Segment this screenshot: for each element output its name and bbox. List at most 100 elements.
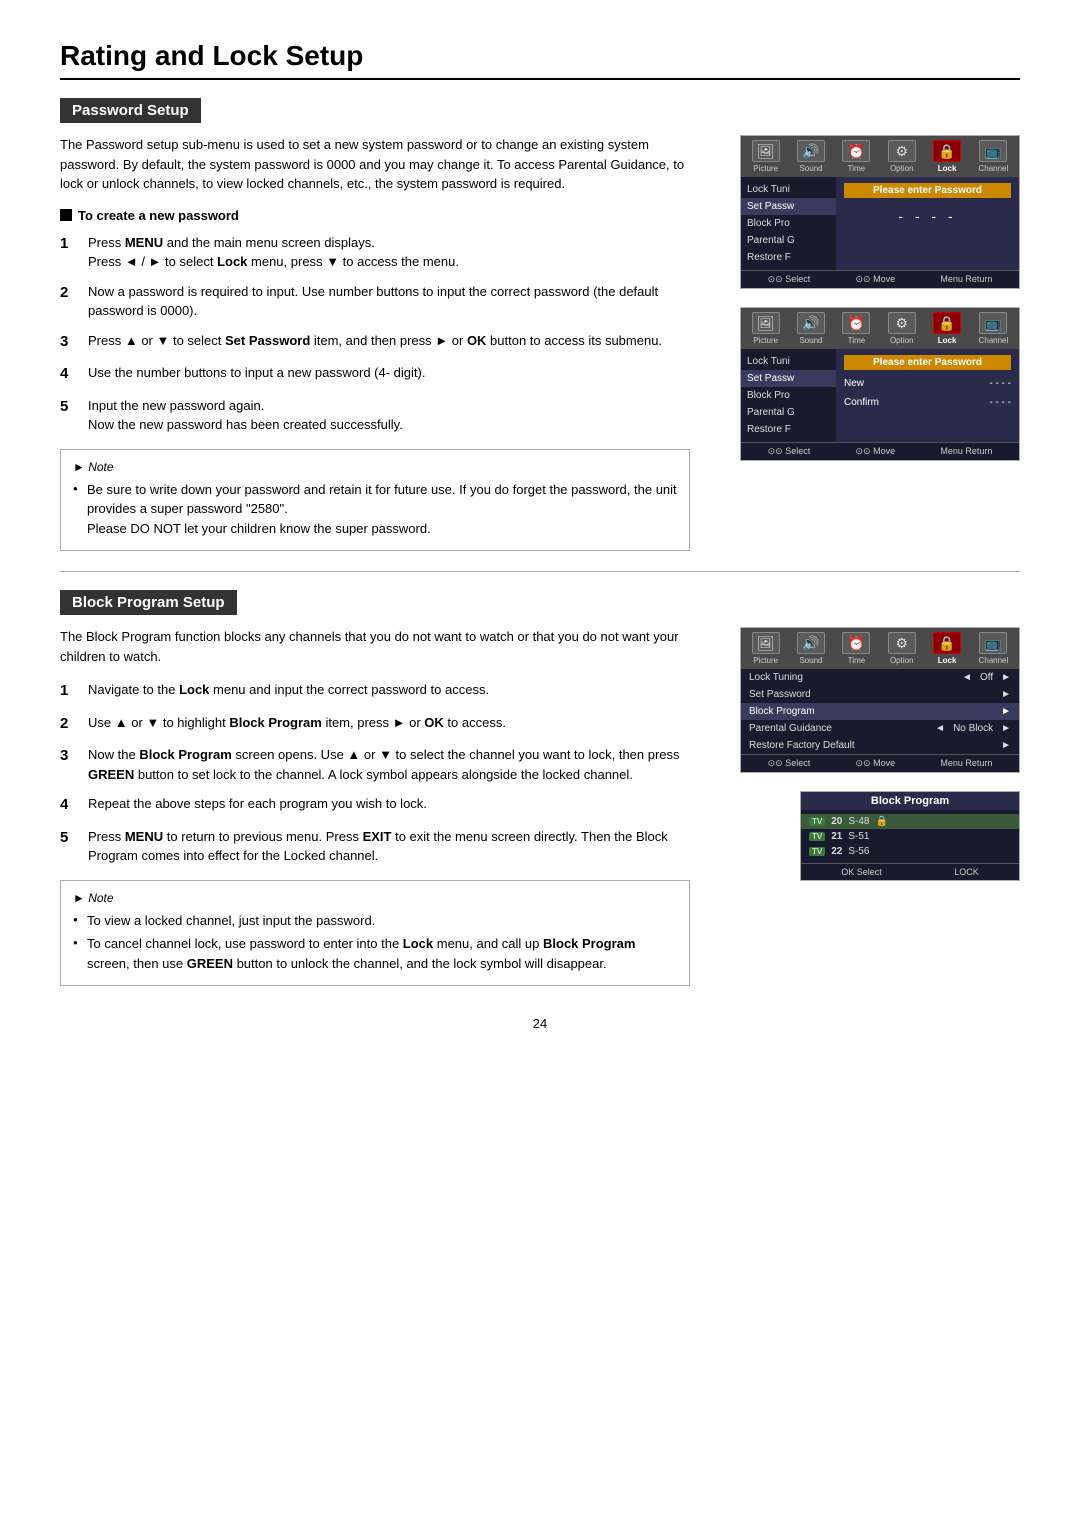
block-prog-title-bar: Block Program bbox=[801, 792, 1019, 810]
bp-step-5: 5 Press MENU to return to previous menu.… bbox=[60, 827, 690, 866]
tv-icon-channel-3: 📺 Channel bbox=[978, 632, 1008, 665]
lock-icon-ch20: 🔒 bbox=[875, 816, 887, 827]
tv-icon-sound-3: 🔊 Sound bbox=[797, 632, 825, 665]
bp-step-3: 3 Now the Block Program screen opens. Us… bbox=[60, 745, 690, 784]
block-program-row: Block Program ► bbox=[741, 703, 1019, 720]
tv-menu-1-body: Lock Tuni Set Passw Block Pro Parental G… bbox=[741, 177, 1019, 270]
restore-factory-row: Restore Factory Default ► bbox=[741, 737, 1019, 754]
step-1: 1 Press MENU and the main menu screen di… bbox=[60, 233, 690, 272]
note-item-1: Be sure to write down your password and … bbox=[73, 480, 677, 539]
tv-icon-time-3: ⏰ Time bbox=[842, 632, 870, 665]
step-3: 3 Press ▲ or ▼ to select Set Password it… bbox=[60, 331, 690, 354]
menu-item-setpassw-2: Set Passw bbox=[741, 370, 836, 387]
step-5: 5 Input the new password again.Now the n… bbox=[60, 396, 690, 435]
tv-icon-time-1: ⏰ Time bbox=[842, 140, 870, 173]
menu-item-locktuning-2: Lock Tuni bbox=[741, 353, 836, 370]
password-setup-left: The Password setup sub-menu is used to s… bbox=[60, 135, 690, 551]
tv-menu-3: 🖼 Picture 🔊 Sound ⏰ Time ⚙ Option bbox=[740, 627, 1020, 773]
tv-icon-lock-3: 🔒 Lock bbox=[933, 632, 961, 665]
black-square-icon bbox=[60, 209, 72, 221]
block-prog-footer: OK Select LOCK bbox=[801, 863, 1019, 880]
menu-item-restoref-2: Restore F bbox=[741, 421, 836, 438]
block-program-left: The Block Program function blocks any ch… bbox=[60, 627, 690, 986]
popup-dots-1: - - - - bbox=[844, 204, 1011, 228]
tv-menu-2-body: Lock Tuni Set Passw Block Pro Parental G… bbox=[741, 349, 1019, 442]
password-steps-list: 1 Press MENU and the main menu screen di… bbox=[60, 233, 690, 435]
menu-item-blockpro-1: Block Pro bbox=[741, 215, 836, 232]
tv-menu-3-topbar: 🖼 Picture 🔊 Sound ⏰ Time ⚙ Option bbox=[741, 628, 1019, 669]
password-note-box: ► Note Be sure to write down your passwo… bbox=[60, 449, 690, 552]
tv-menu-1-popup: Please enter Password - - - - bbox=[836, 177, 1019, 270]
menu-item-locktuning-1: Lock Tuni bbox=[741, 181, 836, 198]
block-prog-row-2: TV 21 S-51 bbox=[801, 829, 1019, 844]
block-program-steps: 1 Navigate to the Lock menu and input th… bbox=[60, 680, 690, 866]
popup-title-1: Please enter Password bbox=[844, 183, 1011, 198]
tv-menu-2-popup: Please enter Password New - - - - Confir… bbox=[836, 349, 1019, 442]
tv-icon-lock-1: 🔒 Lock bbox=[933, 140, 961, 173]
bp-step-1: 1 Navigate to the Lock menu and input th… bbox=[60, 680, 690, 703]
tv-menu-2-topbar: 🖼 Picture 🔊 Sound ⏰ Time ⚙ Option bbox=[741, 308, 1019, 349]
bp-note-item-1: To view a locked channel, just input the… bbox=[73, 911, 677, 931]
page-title: Rating and Lock Setup bbox=[60, 40, 1020, 80]
tv-icon-option-3: ⚙ Option bbox=[888, 632, 916, 665]
lock-tuning-row: Lock Tuning ◄ Off ► bbox=[741, 669, 1019, 686]
new-row: New - - - - bbox=[844, 376, 1011, 391]
tv-menu-1-topbar: 🖼 Picture 🔊 Sound ⏰ Time ⚙ Option bbox=[741, 136, 1019, 177]
tv-icon-sound-2: 🔊 Sound bbox=[797, 312, 825, 345]
step-4: 4 Use the number buttons to input a new … bbox=[60, 363, 690, 386]
new-label: New bbox=[844, 378, 864, 389]
note-title-2: ► Note bbox=[73, 889, 677, 907]
note-title-1: ► Note bbox=[73, 458, 677, 476]
tv-badge-1: TV bbox=[809, 817, 825, 826]
block-program-note-list: To view a locked channel, just input the… bbox=[73, 911, 677, 974]
new-dots: - - - - bbox=[989, 378, 1011, 389]
tv-menu-1-list: Lock Tuni Set Passw Block Pro Parental G… bbox=[741, 177, 836, 270]
confirm-label: Confirm bbox=[844, 397, 879, 408]
menu-item-restoref-1: Restore F bbox=[741, 249, 836, 266]
tv-menu-1-footer: ⊙⊙ Select ⊙⊙ Move Menu Return bbox=[741, 270, 1019, 288]
tv-icon-sound-1: 🔊 Sound bbox=[797, 140, 825, 173]
confirm-dots: - - - - bbox=[989, 397, 1011, 408]
tv-icon-lock-2: 🔒 Lock bbox=[933, 312, 961, 345]
tv-icon-picture-2: 🖼 Picture bbox=[752, 312, 780, 345]
set-password-row: Set Password ► bbox=[741, 686, 1019, 703]
create-password-subtitle: To create a new password bbox=[60, 208, 690, 223]
tv-icon-picture-1: 🖼 Picture bbox=[752, 140, 780, 173]
bp-note-item-2: To cancel channel lock, use password to … bbox=[73, 934, 677, 973]
confirm-row: Confirm - - - - bbox=[844, 395, 1011, 410]
tv-icon-option-2: ⚙ Option bbox=[888, 312, 916, 345]
tv-icon-picture-3: 🖼 Picture bbox=[752, 632, 780, 665]
menu-item-parentalg-1: Parental G bbox=[741, 232, 836, 249]
parental-guidance-row: Parental Guidance ◄ No Block ► bbox=[741, 720, 1019, 737]
tv-badge-2: TV bbox=[809, 832, 825, 841]
tv-icon-option-1: ⚙ Option bbox=[888, 140, 916, 173]
tv-menu-3-footer: ⊙⊙ Select ⊙⊙ Move Menu Return bbox=[741, 754, 1019, 772]
tv-icon-channel-1: 📺 Channel bbox=[978, 140, 1008, 173]
page-number: 24 bbox=[60, 1016, 1020, 1031]
tv-menu-2: 🖼 Picture 🔊 Sound ⏰ Time ⚙ Option bbox=[740, 307, 1020, 461]
block-prog-rows: TV 20 S-48 🔒 TV 21 S-51 TV 22 S-56 bbox=[801, 810, 1019, 863]
block-program-title: Block Program Setup bbox=[60, 590, 237, 615]
step-2: 2 Now a password is required to input. U… bbox=[60, 282, 690, 321]
block-program-ui: Block Program TV 20 S-48 🔒 TV 21 S-51 T bbox=[800, 791, 1020, 881]
password-setup-section: Password Setup The Password setup sub-me… bbox=[60, 98, 1020, 551]
popup-title-2: Please enter Password bbox=[844, 355, 1011, 370]
bp-step-4: 4 Repeat the above steps for each progra… bbox=[60, 794, 690, 817]
tv-menu-3-body: Lock Tuning ◄ Off ► Set Password ► Block… bbox=[741, 669, 1019, 754]
block-program-note-box: ► Note To view a locked channel, just in… bbox=[60, 880, 690, 987]
block-prog-row-3: TV 22 S-56 bbox=[801, 844, 1019, 859]
block-program-section: Block Program Setup The Block Program fu… bbox=[60, 590, 1020, 986]
tv-icon-time-2: ⏰ Time bbox=[842, 312, 870, 345]
section-divider bbox=[60, 571, 1020, 572]
tv-menu-1: 🖼 Picture 🔊 Sound ⏰ Time ⚙ Option bbox=[740, 135, 1020, 289]
block-program-intro: The Block Program function blocks any ch… bbox=[60, 627, 690, 666]
tv-icon-channel-2: 📺 Channel bbox=[978, 312, 1008, 345]
tv-menu-2-footer: ⊙⊙ Select ⊙⊙ Move Menu Return bbox=[741, 442, 1019, 460]
tv-menu-2-list: Lock Tuni Set Passw Block Pro Parental G… bbox=[741, 349, 836, 442]
menu-item-parentalg-2: Parental G bbox=[741, 404, 836, 421]
block-prog-row-1: TV 20 S-48 🔒 bbox=[801, 814, 1019, 829]
password-setup-right: 🖼 Picture 🔊 Sound ⏰ Time ⚙ Option bbox=[720, 135, 1020, 551]
bp-step-2: 2 Use ▲ or ▼ to highlight Block Program … bbox=[60, 713, 690, 736]
tv-badge-3: TV bbox=[809, 847, 825, 856]
menu-item-blockpro-2: Block Pro bbox=[741, 387, 836, 404]
